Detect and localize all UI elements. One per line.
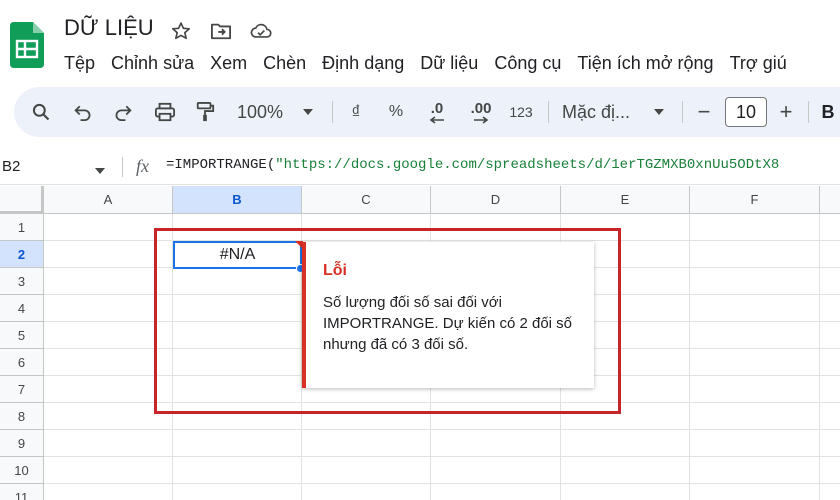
gridline [689, 214, 690, 500]
row-header-3[interactable]: 3 [0, 268, 44, 295]
formula-input[interactable]: =IMPORTRANGE("https://docs.google.com/sp… [166, 157, 779, 173]
undo-icon[interactable] [68, 87, 98, 137]
bold-button[interactable]: B [818, 87, 838, 137]
zoom-select[interactable]: 100% [234, 87, 286, 137]
select-all-corner[interactable] [0, 186, 44, 214]
star-icon[interactable] [170, 20, 192, 42]
gridline [44, 483, 840, 484]
toolbar: 100% ₫ % .0 .00 123 Mặc đị... − + B [14, 87, 840, 137]
formula-string-arg: "https://docs.google.com/spreadsheets/d/… [275, 157, 780, 173]
menu-extensions[interactable]: Tiện ích mở rộng [569, 50, 721, 76]
paint-format-icon[interactable] [190, 87, 220, 137]
font-size-input[interactable]: 10 [725, 97, 767, 127]
menu-format[interactable]: Định dạng [314, 50, 412, 76]
row-header-2[interactable]: 2 [0, 241, 44, 268]
gridline [819, 214, 820, 500]
formula-divider [122, 157, 123, 177]
menu-bar: Tệp Chỉnh sửa Xem Chèn Định dạng Dữ liệu… [56, 50, 795, 76]
toolbar-divider [548, 101, 549, 123]
menu-help[interactable]: Trợ giú [722, 50, 795, 76]
row-header-11[interactable]: 11 [0, 484, 44, 500]
sheets-logo-icon[interactable] [10, 22, 44, 68]
more-formats-button[interactable]: 123 [506, 87, 536, 137]
column-header-a[interactable]: A [44, 186, 173, 214]
menu-insert[interactable]: Chèn [255, 50, 314, 76]
annotation-highlight-box [154, 228, 621, 414]
column-header-d[interactable]: D [431, 186, 561, 214]
gridline [44, 456, 840, 457]
row-header-10[interactable]: 10 [0, 457, 44, 484]
decrease-font-size-button[interactable]: − [692, 87, 716, 137]
redo-icon[interactable] [108, 87, 138, 137]
decrease-decimal-button[interactable]: .0 [422, 87, 452, 137]
chevron-down-icon[interactable] [650, 87, 668, 137]
cloud-status-icon[interactable] [250, 20, 272, 42]
fx-icon: fx [136, 156, 149, 176]
toolbar-divider [332, 101, 333, 123]
row-header-5[interactable]: 5 [0, 322, 44, 349]
print-icon[interactable] [150, 87, 180, 137]
column-header-e[interactable]: E [561, 186, 690, 214]
row-header-7[interactable]: 7 [0, 376, 44, 403]
increase-decimal-button[interactable]: .00 [464, 87, 498, 137]
column-header-c[interactable]: C [302, 186, 431, 214]
increase-font-size-button[interactable]: + [774, 87, 798, 137]
row-header-6[interactable]: 6 [0, 349, 44, 376]
cell-reference: B2 [2, 157, 21, 175]
move-folder-icon[interactable] [210, 20, 232, 42]
currency-format-button[interactable]: ₫ [344, 87, 368, 137]
document-title[interactable]: DỮ LIỆU [64, 15, 154, 41]
row-header-9[interactable]: 9 [0, 430, 44, 457]
menu-data[interactable]: Dữ liệu [412, 50, 486, 76]
menu-edit[interactable]: Chỉnh sửa [103, 50, 202, 76]
gridline [44, 429, 840, 430]
percent-format-button[interactable]: % [384, 87, 408, 137]
menu-file[interactable]: Tệp [56, 50, 103, 76]
row-header-4[interactable]: 4 [0, 295, 44, 322]
toolbar-divider [682, 101, 683, 123]
toolbar-divider [808, 101, 809, 123]
menu-tools[interactable]: Công cụ [486, 50, 569, 76]
chevron-down-icon[interactable] [94, 162, 106, 180]
menu-view[interactable]: Xem [202, 50, 255, 76]
row-header-8[interactable]: 8 [0, 403, 44, 430]
column-header-f[interactable]: F [690, 186, 820, 214]
column-header-g[interactable] [820, 186, 840, 214]
search-icon[interactable] [26, 87, 56, 137]
row-header-1[interactable]: 1 [0, 214, 44, 241]
font-family-select[interactable]: Mặc đị... [562, 87, 652, 137]
column-header-b[interactable]: B [173, 186, 302, 214]
formula-function: =IMPORTRANGE( [166, 157, 276, 173]
chevron-down-icon[interactable] [298, 87, 318, 137]
